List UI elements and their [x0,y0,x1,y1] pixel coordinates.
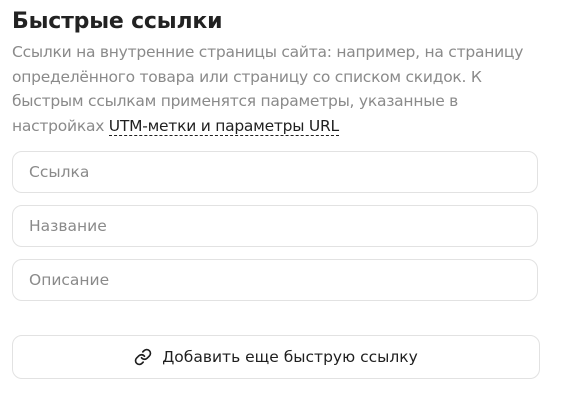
link-title-input[interactable] [12,205,538,247]
link-icon [134,348,152,366]
utm-settings-link[interactable]: UTM-метки и параметры URL [108,116,339,136]
section-title: Быстрые ссылки [12,9,223,34]
link-description-input[interactable] [12,259,538,301]
section-description: Ссылки на внутренние страницы сайта: нап… [12,40,552,138]
link-url-input[interactable] [12,151,538,193]
add-quick-link-label: Добавить еще быструю ссылку [162,348,418,366]
add-quick-link-button[interactable]: Добавить еще быструю ссылку [12,335,540,379]
